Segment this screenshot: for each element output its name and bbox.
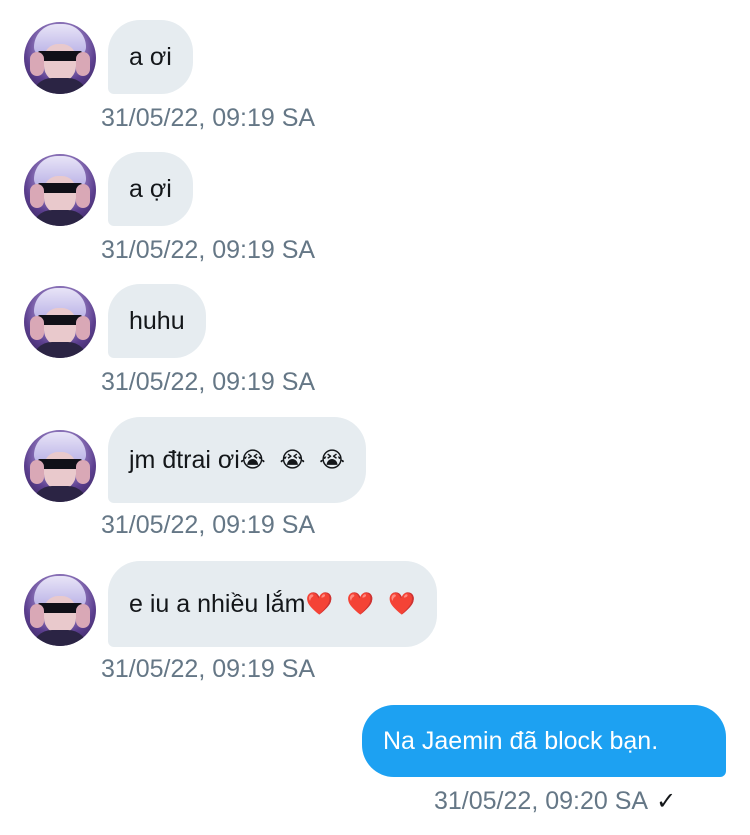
avatar[interactable]: [24, 22, 96, 94]
message-text: huhu: [129, 307, 185, 335]
received-message-bubble[interactable]: huhu: [108, 284, 206, 358]
received-message-bubble[interactable]: e iu a nhiều lắm ❤️ ❤️ ❤️: [108, 561, 437, 647]
message-text: a ơi: [129, 43, 172, 71]
red-heart-emoji: ❤️: [388, 591, 416, 616]
avatar[interactable]: [24, 154, 96, 226]
message-timestamp: 31/05/22, 09:20 SA: [434, 787, 649, 815]
dm-thread: , a ơi 31/05/22, 09:19 SA a ợi 31/05/22,…: [0, 0, 750, 835]
received-message-bubble[interactable]: jm đtrai ơi 😭 😭 😭: [108, 417, 367, 503]
received-message-bubble[interactable]: a ợi: [108, 152, 193, 226]
message-text: a ợi: [129, 175, 172, 203]
avatar[interactable]: [24, 574, 96, 646]
message-timestamp: 31/05/22, 09:19 SA: [101, 511, 316, 539]
previous-message-fragment: ,: [200, 0, 230, 2]
sent-message-meta: 31/05/22, 09:20 SA ✓: [434, 786, 734, 817]
message-timestamp: 31/05/22, 09:19 SA: [101, 368, 316, 396]
message-text: Na Jaemin đã block bạn.: [383, 727, 659, 755]
received-message-bubble[interactable]: a ơi: [108, 20, 193, 94]
message-text: e iu a nhiều lắm: [129, 590, 306, 618]
message-text: jm đtrai ơi: [129, 446, 240, 474]
avatar[interactable]: [24, 430, 96, 502]
message-timestamp: 31/05/22, 09:19 SA: [101, 104, 316, 132]
crying-face-emoji: 😭: [319, 447, 346, 472]
sent-message-bubble[interactable]: Na Jaemin đã block bạn.: [362, 705, 726, 777]
red-heart-emoji: ❤️: [305, 591, 333, 616]
crying-face-emoji: 😭: [239, 447, 266, 472]
avatar[interactable]: [24, 286, 96, 358]
message-timestamp: 31/05/22, 09:19 SA: [101, 655, 316, 683]
message-timestamp: 31/05/22, 09:19 SA: [101, 236, 316, 264]
check-icon: ✓: [656, 788, 677, 815]
red-heart-emoji: ❤️: [346, 591, 375, 616]
crying-face-emoji: 😭: [279, 447, 306, 472]
